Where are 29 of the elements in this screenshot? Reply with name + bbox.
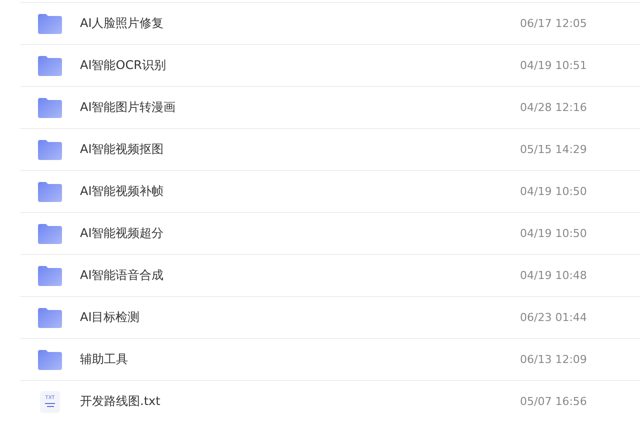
folder-icon — [38, 308, 62, 328]
file-name[interactable]: AI智能OCR识别 — [80, 57, 380, 74]
modified-time: 05/07 16:56 — [520, 395, 587, 408]
file-name[interactable]: AI目标检测 — [80, 309, 380, 326]
modified-time: 06/17 12:05 — [520, 17, 587, 30]
modified-time: 04/19 10:51 — [520, 59, 587, 72]
file-name[interactable]: 辅助工具 — [80, 351, 380, 368]
file-name[interactable]: 开发路线图.txt — [80, 393, 380, 410]
folder-icon — [38, 56, 62, 76]
folder-icon — [38, 266, 62, 286]
modified-time: 06/23 01:44 — [520, 311, 587, 324]
file-name[interactable]: AI智能语音合成 — [80, 267, 380, 284]
folder-icon — [38, 182, 62, 202]
file-name[interactable]: AI人脸照片修复 — [80, 15, 380, 32]
file-name[interactable]: AI智能图片转漫画 — [80, 99, 380, 116]
modified-time: 04/28 12:16 — [520, 101, 587, 114]
file-name[interactable]: AI智能视频抠图 — [80, 141, 380, 158]
folder-icon — [38, 14, 62, 34]
file-name[interactable]: AI智能视频超分 — [80, 225, 380, 242]
modified-time: 04/19 10:50 — [520, 185, 587, 198]
file-name[interactable]: AI智能视频补帧 — [80, 183, 380, 200]
modified-time: 05/15 14:29 — [520, 143, 587, 156]
folder-icon — [38, 350, 62, 370]
folder-icon — [38, 140, 62, 160]
modified-time: 04/19 10:50 — [520, 227, 587, 240]
modified-time: 06/13 12:09 — [520, 353, 587, 366]
folder-icon — [38, 224, 62, 244]
modified-time: 04/19 10:48 — [520, 269, 587, 282]
folder-icon — [38, 98, 62, 118]
